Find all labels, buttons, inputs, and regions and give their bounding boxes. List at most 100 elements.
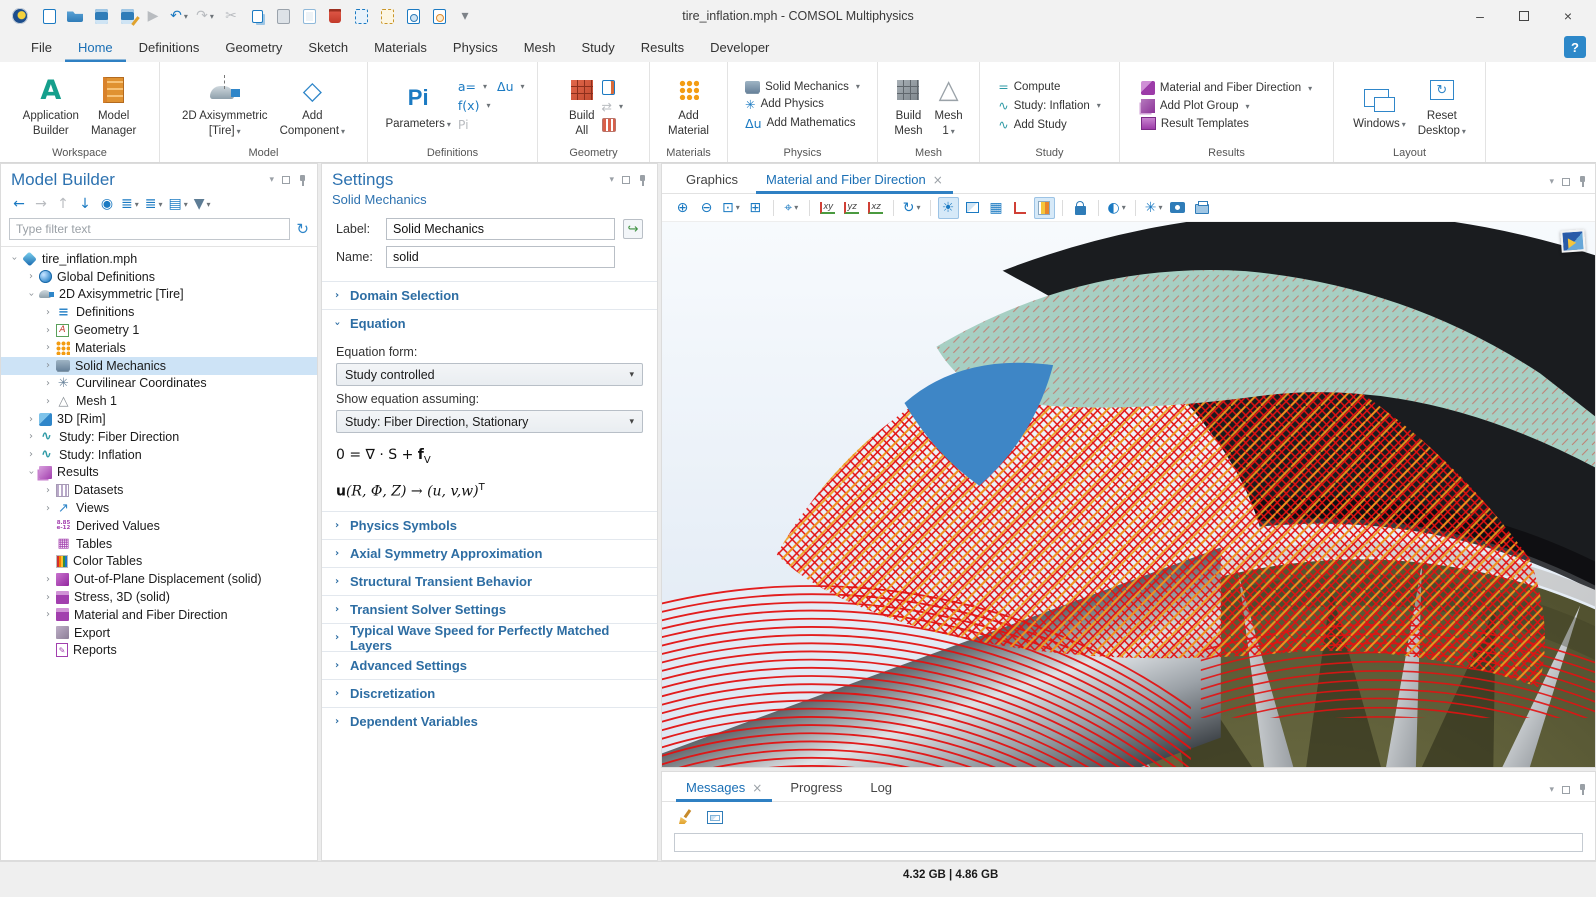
save-icon[interactable] [90, 4, 112, 28]
panel-menu-icon[interactable]: ▾ [269, 175, 274, 185]
section-dependent-variables[interactable]: ›Dependent Variables [322, 707, 657, 735]
show-equation-select[interactable]: Study: Fiber Direction, Stationary ▾ [336, 410, 643, 433]
reset-orientation-icon[interactable]: ↻▾ [901, 197, 923, 219]
graphics-tab-material-and-fiber-direction[interactable]: Material and Fiber Direction× [756, 168, 953, 193]
pin-panel-icon[interactable] [298, 175, 307, 186]
forward-icon[interactable]: → [31, 194, 51, 214]
expand-all-icon[interactable]: ≣▾ [119, 194, 141, 214]
zoom-extents-icon[interactable]: ⊞ [745, 197, 766, 219]
name-input[interactable] [386, 246, 615, 268]
virtual-operations-icon[interactable] [602, 118, 616, 132]
show-icon[interactable]: ◉ [97, 194, 117, 214]
tree-item-materials[interactable]: ›Materials [1, 339, 317, 357]
tree-item-out-of-plane-displacement-solid-[interactable]: ›Out-of-Plane Displacement (solid) [1, 570, 317, 588]
tree-chevron-icon[interactable]: › [41, 325, 55, 336]
menu-results[interactable]: Results [628, 32, 697, 62]
deselect-icon[interactable] [376, 4, 398, 28]
float-panel-icon[interactable] [622, 176, 630, 184]
save-as-icon[interactable] [116, 4, 138, 28]
undo-icon[interactable]: ↶▾ [168, 4, 190, 28]
tree-chevron-icon[interactable]: › [24, 271, 38, 282]
component-2d-axisymmetric-button[interactable]: 2D Axisymmetric[Tire]▾ [177, 71, 273, 140]
image-snapshot-icon[interactable] [1167, 197, 1188, 219]
float-panel-icon[interactable] [282, 176, 290, 184]
add-component-button[interactable]: ◇AddComponent▾ [275, 71, 350, 140]
tree-chevron-icon[interactable]: › [41, 396, 55, 407]
zoom-in-icon[interactable]: ⊕ [672, 197, 693, 219]
graphics-viewport[interactable] [662, 222, 1595, 767]
minimize-button[interactable]: – [1458, 2, 1502, 30]
tree-item-results[interactable]: ›Results [1, 464, 317, 482]
build-mesh-button[interactable]: BuildMesh [889, 71, 927, 140]
filter-icon[interactable]: ▼▾ [192, 194, 213, 214]
snapshot-settings-icon[interactable]: ✳▾ [1143, 197, 1165, 219]
tree-chevron-icon[interactable]: › [41, 485, 55, 496]
move-up-icon[interactable]: ↑ [53, 194, 73, 214]
menu-developer[interactable]: Developer [697, 32, 782, 62]
panel-menu-icon[interactable]: ▾ [1549, 785, 1554, 795]
back-icon[interactable]: ← [9, 194, 29, 214]
tree-item-derived-values[interactable]: 8.85 e-12Derived Values [1, 517, 317, 535]
study-inflation-button[interactable]: ∿Study: Inflation▾ [998, 98, 1101, 113]
pin-panel-icon[interactable] [1578, 784, 1587, 795]
messages-tab-log[interactable]: Log [860, 776, 902, 801]
lock-view-icon[interactable] [1070, 197, 1091, 219]
add-physics-button[interactable]: ✳Add Physics [745, 97, 824, 112]
tree-item-tables[interactable]: ▦Tables [1, 535, 317, 553]
tree-chevron-icon[interactable]: › [41, 307, 55, 318]
build-all-button[interactable]: BuildAll [564, 71, 600, 140]
functions-button[interactable]: f(x)▾ [458, 98, 491, 113]
add-plot-group-button[interactable]: Add Plot Group▾ [1141, 99, 1250, 113]
color-legend-icon[interactable] [1034, 197, 1055, 219]
menu-mesh[interactable]: Mesh [511, 32, 569, 62]
node-text-icon[interactable]: ▤▾ [167, 194, 190, 214]
section-domain-selection[interactable]: ›Domain Selection [322, 281, 657, 309]
mesh-1-button[interactable]: △Mesh1▾ [930, 71, 968, 140]
tree-item-views[interactable]: ›↗Views [1, 499, 317, 517]
collapse-all-icon[interactable]: ≣▾ [143, 194, 165, 214]
print-icon[interactable] [1191, 197, 1212, 219]
customize-qat-icon[interactable]: ▾ [454, 4, 476, 28]
coupling-operators-button[interactable]: Δu▾ [497, 79, 525, 94]
pin-panel-icon[interactable] [1578, 176, 1587, 187]
menu-study[interactable]: Study [569, 32, 628, 62]
close-tab-icon[interactable]: × [933, 173, 943, 187]
menu-materials[interactable]: Materials [361, 32, 440, 62]
menu-home[interactable]: Home [65, 32, 126, 62]
zoom-box-icon[interactable]: ⊡▾ [720, 197, 742, 219]
tree-item-datasets[interactable]: ›Datasets [1, 481, 317, 499]
reset-desktop-button[interactable]: ↻ResetDesktop▾ [1413, 71, 1471, 140]
model-manager-button[interactable]: ModelManager [86, 71, 141, 140]
tree-chevron-icon[interactable]: › [41, 503, 55, 514]
copy-icon[interactable] [246, 4, 268, 28]
float-panel-icon[interactable] [1562, 786, 1570, 794]
tree-item-mesh-1[interactable]: ›△Mesh 1 [1, 392, 317, 410]
tree-item-definitions[interactable]: ›≡Definitions [1, 303, 317, 321]
menu-file[interactable]: File [18, 32, 65, 62]
tree-chevron-icon[interactable]: › [41, 609, 55, 620]
menu-sketch[interactable]: Sketch [295, 32, 361, 62]
section-transient-solver-settings[interactable]: ›Transient Solver Settings [322, 595, 657, 623]
redo-icon[interactable]: ↷▾ [194, 4, 216, 28]
add-mathematics-button[interactable]: ΔuAdd Mathematics [745, 116, 855, 131]
tree-item-solid-mechanics[interactable]: ›Solid Mechanics [1, 357, 317, 375]
help-button[interactable]: ? [1564, 36, 1586, 58]
open-file-icon[interactable] [64, 4, 86, 28]
panel-menu-icon[interactable]: ▾ [609, 175, 614, 185]
equation-form-select[interactable]: Study controlled ▾ [336, 363, 643, 386]
transparency-icon[interactable] [962, 197, 983, 219]
messages-output-box[interactable] [674, 833, 1583, 852]
section-axial-symmetry-approximation[interactable]: ›Axial Symmetry Approximation [322, 539, 657, 567]
tree-item-color-tables[interactable]: Color Tables [1, 553, 317, 571]
messages-tab-messages[interactable]: Messages× [676, 776, 772, 801]
tree-item-stress-3d-solid-[interactable]: ›Stress, 3D (solid) [1, 588, 317, 606]
plot-group-select[interactable]: Material and Fiber Direction▾ [1141, 81, 1312, 95]
tree-item-geometry-1[interactable]: ›AGeometry 1 [1, 321, 317, 339]
add-study-button[interactable]: ∿Add Study [998, 117, 1067, 132]
tree-item-study-inflation[interactable]: ›∿Study: Inflation [1, 446, 317, 464]
tree-chevron-icon[interactable]: › [26, 465, 37, 479]
physics-interface-select[interactable]: Solid Mechanics▾ [745, 81, 860, 93]
tree-chevron-icon[interactable]: › [9, 252, 20, 266]
rework-icon[interactable]: ⇄▾ [602, 99, 624, 114]
result-templates-button[interactable]: Result Templates [1141, 117, 1249, 130]
